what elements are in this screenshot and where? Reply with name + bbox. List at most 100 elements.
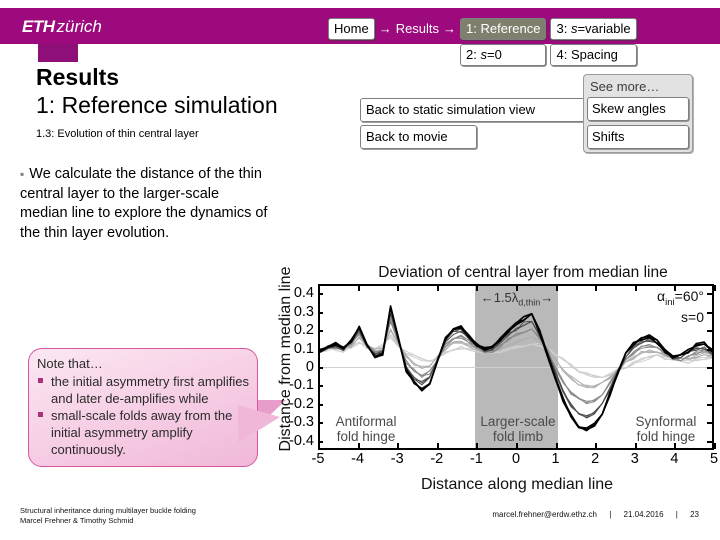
chart-y-tick: -0.1 bbox=[289, 377, 314, 394]
breadcrumb-column-1: 1: Reference 2: s=0 bbox=[460, 18, 547, 66]
chart-y-tick: -0.4 bbox=[289, 432, 314, 449]
footer-left: Structural inheritance during multilayer… bbox=[20, 506, 196, 526]
nav-tab-3-s-variable[interactable]: 3: s=variable bbox=[550, 18, 637, 40]
chart-title: Deviation of central layer from median l… bbox=[378, 264, 668, 281]
chart-series-line bbox=[320, 306, 712, 429]
chart-x-tick: 4 bbox=[670, 451, 679, 467]
page-title: Results bbox=[36, 64, 120, 90]
chart-y-tick: 0.4 bbox=[293, 285, 314, 302]
chart-x-tickmark bbox=[516, 443, 518, 449]
eth-zurich-logo: ETH zürich bbox=[22, 18, 102, 35]
bullet-square-icon bbox=[38, 412, 43, 417]
chart-y-tick: 0.3 bbox=[293, 303, 314, 320]
breadcrumb-home-button[interactable]: Home bbox=[328, 18, 375, 40]
back-to-static-simulation-view-button[interactable]: Back to static simulation view bbox=[360, 98, 587, 122]
chart-x-axis-label: Distance along median line bbox=[420, 476, 614, 493]
page-section-label: 1.3: Evolution of thin central layer bbox=[36, 128, 199, 140]
footer-email: marcel.frehner@erdw.ethz.ch bbox=[492, 510, 597, 519]
region-label-line2: fold limb bbox=[492, 428, 544, 444]
chart-y-tickmark-right bbox=[707, 367, 712, 369]
chart-y-tick: -0.2 bbox=[289, 395, 314, 412]
chart-x-tickmark bbox=[436, 443, 439, 449]
footer-date: 21.04.2016 bbox=[623, 510, 664, 519]
nav-tab-1-reference[interactable]: 1: Reference bbox=[460, 18, 547, 40]
chart-y-tickmark bbox=[318, 367, 323, 369]
chart-x-tick: -2 bbox=[430, 451, 444, 467]
chart-series-line bbox=[320, 337, 712, 378]
back-to-movie-button[interactable]: Back to movie bbox=[360, 125, 477, 149]
chart-x-tick: -1 bbox=[469, 451, 483, 467]
chart-x-tickmark-top bbox=[516, 285, 518, 291]
chart-series-line bbox=[320, 319, 712, 404]
chart-y-tickmark-right bbox=[707, 293, 712, 296]
chart-region-label-limb: Larger-scale fold limb bbox=[477, 414, 559, 444]
chart-y-tickmark-right bbox=[707, 403, 712, 406]
callout-item-text: small-scale folds away from the initial … bbox=[51, 408, 233, 457]
zurich-logo-text: zürich bbox=[56, 17, 102, 36]
breadcrumb-column-2: 3: s=variable 4: Spacing bbox=[550, 18, 637, 66]
chart-y-tick: -0.3 bbox=[289, 414, 314, 431]
callout-heading: Note that… bbox=[37, 356, 103, 371]
chart-x-tickmark bbox=[357, 443, 360, 449]
chart-plot-area: ←1.5λd,thin→ αini=60° s=0 Antiformal fol… bbox=[318, 284, 714, 450]
note-callout: Note that… the initial asymmetry first a… bbox=[28, 348, 258, 467]
nav-tab-4-spacing[interactable]: 4: Spacing bbox=[550, 44, 637, 66]
chart-region-label-synformal: Synformal fold hinge bbox=[635, 414, 697, 444]
callout-list-item: small-scale folds away from the initial … bbox=[37, 407, 249, 458]
footer-separator-2: | bbox=[675, 510, 678, 519]
chart-y-tickmark bbox=[318, 293, 323, 296]
region-label-line1: Larger-scale bbox=[480, 414, 556, 429]
chart-x-tick: -5 bbox=[311, 451, 325, 467]
chart-y-tickmark bbox=[318, 311, 323, 314]
figure-deviation-chart: Deviation of central layer from median l… bbox=[258, 262, 718, 498]
bullet-square-icon: ▪ bbox=[20, 167, 25, 181]
skew-angles-button[interactable]: Skew angles bbox=[587, 97, 689, 121]
chart-x-tickmark bbox=[674, 443, 677, 449]
chart-x-tickmark bbox=[397, 443, 400, 449]
chart-y-tickmark bbox=[318, 348, 323, 351]
chart-y-tickmark-right bbox=[707, 422, 712, 425]
chart-y-tickmark-right bbox=[707, 385, 712, 388]
chart-x-tick: -4 bbox=[351, 451, 365, 467]
chart-y-tickmark-right bbox=[707, 330, 712, 333]
chart-x-tick: 1 bbox=[551, 451, 560, 467]
see-more-label: See more… bbox=[590, 79, 660, 94]
breadcrumb-results-label: Results bbox=[395, 21, 440, 36]
breadcrumb: Home → Results → 1: Reference 2: s=0 3: … bbox=[328, 18, 637, 66]
chart-y-tick: 0.1 bbox=[293, 340, 314, 357]
nav-tab-2-s0[interactable]: 2: s=0 bbox=[460, 44, 547, 66]
shifts-button[interactable]: Shifts bbox=[587, 125, 689, 149]
chart-x-tick: 3 bbox=[630, 451, 639, 467]
footer-separator-1: | bbox=[609, 510, 612, 519]
footer-right: marcel.frehner@erdw.ethz.ch | 21.04.2016… bbox=[487, 510, 704, 520]
chart-series-line bbox=[320, 313, 712, 417]
breadcrumb-arrow-icon-2: → bbox=[443, 21, 457, 36]
chart-x-tickmark bbox=[595, 443, 598, 449]
chart-x-tick: -3 bbox=[390, 451, 404, 467]
eth-logo-text: ETH bbox=[22, 17, 55, 36]
region-label-line1: Synformal bbox=[635, 414, 697, 429]
chart-x-tick: 2 bbox=[591, 451, 600, 467]
chart-y-tickmark bbox=[318, 403, 323, 406]
region-label-line2: fold hinge bbox=[636, 428, 696, 444]
chart-x-tickmark-top bbox=[634, 285, 637, 291]
region-label-line1: Antiformal bbox=[335, 414, 397, 429]
chart-y-tickmark bbox=[318, 385, 323, 388]
chart-x-tickmark-top bbox=[595, 285, 598, 291]
see-more-group: See more… Skew angles Shifts bbox=[583, 74, 693, 153]
page-subtitle: 1: Reference simulation bbox=[36, 92, 278, 118]
chart-y-tick: 0 bbox=[305, 359, 314, 375]
callout-list-item: the initial asymmetry first amplifies an… bbox=[37, 373, 249, 407]
chart-y-tickmark bbox=[318, 422, 323, 425]
chart-y-tickmark-right bbox=[707, 440, 712, 443]
chart-series-line bbox=[320, 307, 712, 431]
bullet-text: We calculate the distance of the thin ce… bbox=[20, 166, 268, 241]
header-accent-block bbox=[38, 44, 78, 62]
bullet-square-icon bbox=[38, 378, 43, 383]
chart-region-label-antiformal: Antiformal fold hinge bbox=[335, 414, 397, 444]
chart-x-tickmark bbox=[318, 443, 320, 449]
chart-x-tickmark bbox=[476, 443, 479, 449]
chart-series-line bbox=[320, 318, 712, 402]
chart-x-tickmark bbox=[714, 443, 716, 449]
chart-x-tickmark-top bbox=[397, 285, 400, 291]
